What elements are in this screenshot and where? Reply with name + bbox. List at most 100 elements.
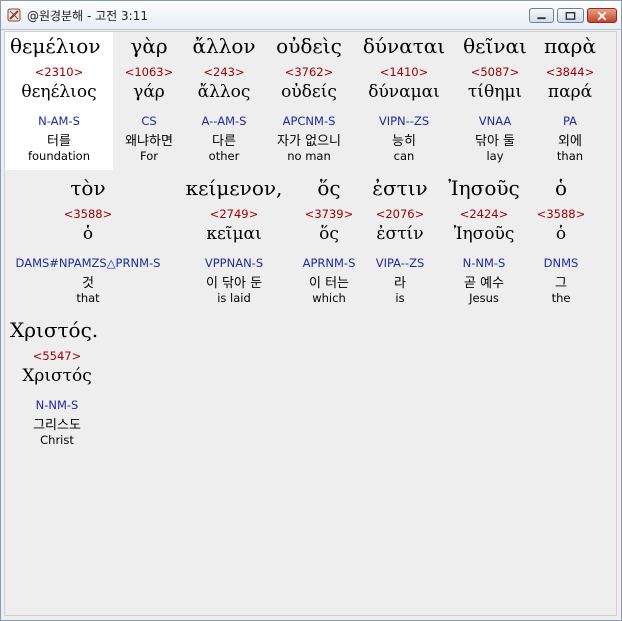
word-cell[interactable]: τὸν <3588> ὁ DAMS#NPAMZS△PRNM-S 것 that — [5, 174, 171, 312]
strongs-number[interactable]: <3588> — [5, 207, 171, 221]
minimize-button[interactable] — [529, 8, 554, 23]
korean-gloss: 라 — [394, 276, 406, 291]
lemma: παρά — [547, 82, 593, 102]
lemma: Χριστός — [22, 366, 92, 386]
word-cell[interactable]: γὰρ <1063> γάρ CS 왜냐하면 For — [113, 32, 185, 170]
strongs-number[interactable]: <2749> — [171, 207, 297, 221]
korean-gloss: 능히 — [392, 134, 416, 149]
english-gloss: is — [395, 291, 405, 305]
lemma: ὁ — [555, 224, 567, 244]
english-gloss: Jesus — [469, 291, 499, 305]
greek-word: παρὰ — [544, 34, 596, 58]
lemma: κεῖμαι — [206, 224, 262, 244]
strongs-number[interactable]: <3844> — [537, 65, 603, 79]
strongs-number[interactable]: <2076> — [361, 207, 439, 221]
parsing-code[interactable]: N-NM-S — [439, 256, 529, 270]
korean-gloss: 자가 없으니 — [277, 134, 341, 149]
parsing-code[interactable]: A--AM-S — [185, 114, 263, 128]
parsing-code[interactable]: DAMS#NPAMZS△PRNM-S — [5, 256, 171, 270]
greek-word: θεμέλιον — [10, 34, 101, 58]
word-cell[interactable]: θεμέλιον <2310> θεηέλιος N-AM-S 터를 found… — [5, 32, 113, 170]
maximize-button[interactable] — [557, 8, 584, 23]
korean-gloss: 다른 — [212, 134, 236, 149]
strongs-number[interactable]: <1410> — [355, 65, 453, 79]
close-button[interactable] — [587, 8, 617, 23]
english-gloss: is laid — [217, 291, 251, 305]
korean-gloss: 외에 — [558, 134, 582, 149]
parsing-code[interactable]: CS — [113, 114, 185, 128]
parsing-code[interactable]: VIPN--ZS — [355, 114, 453, 128]
parsing-code[interactable]: VNAA — [453, 114, 537, 128]
greek-word: γὰρ — [130, 34, 168, 58]
lemma: δύναμαι — [368, 82, 440, 102]
lemma: οὐδείς — [281, 82, 337, 102]
english-gloss: can — [393, 149, 415, 163]
app-logo-icon — [7, 8, 21, 22]
korean-gloss: 이 터는 — [308, 276, 349, 291]
korean-gloss: 그리스도 — [33, 418, 81, 433]
strongs-number[interactable]: <2424> — [439, 207, 529, 221]
lemma: ὅς — [319, 224, 339, 244]
lemma: γάρ — [133, 82, 165, 102]
parsing-code[interactable]: PA — [537, 114, 603, 128]
korean-gloss: 이 닦아 둔 — [205, 276, 263, 291]
word-cell[interactable]: θεῖναι <5087> τίθημι VNAA 닦아 둘 lay — [453, 32, 537, 170]
greek-word: ἐστιν — [372, 176, 428, 200]
word-cell[interactable]: ὁ <3588> ὁ DNMS 그 the — [529, 174, 593, 312]
greek-word: ἄλλον — [192, 34, 256, 58]
english-gloss: than — [556, 149, 584, 163]
korean-gloss: 그 — [555, 276, 567, 291]
greek-word: Χριστός. — [10, 318, 99, 342]
korean-gloss: 닦아 둘 — [474, 134, 515, 149]
word-cell[interactable]: Ἰησοῦς <2424> Ἰησοῦς N-NM-S 곧 예수 Jesus — [439, 174, 529, 312]
english-gloss: foundation — [27, 149, 91, 163]
english-gloss: For — [140, 149, 158, 163]
english-gloss: which — [312, 291, 346, 305]
word-cell[interactable]: ὅς <3739> ὅς APRNM-S 이 터는 which — [297, 174, 361, 312]
english-gloss: that — [76, 291, 100, 305]
word-cell[interactable]: παρὰ <3844> παρά PA 외에 than — [537, 32, 603, 170]
word-cell[interactable]: ἄλλον <243> ἄλλος A--AM-S 다른 other — [185, 32, 263, 170]
greek-word: Ἰησοῦς — [448, 176, 520, 200]
greek-word: κείμενον, — [185, 176, 283, 200]
strongs-number[interactable]: <5547> — [5, 349, 109, 363]
strongs-number[interactable]: <5087> — [453, 65, 537, 79]
strongs-number[interactable]: <2310> — [5, 65, 113, 79]
parsing-code[interactable]: VIPA--ZS — [361, 256, 439, 270]
english-gloss: the — [551, 291, 571, 305]
strongs-number[interactable]: <3739> — [297, 207, 361, 221]
lemma: Ἰησοῦς — [453, 224, 515, 244]
title-bar[interactable]: @원경분해 - 고전 3:11 — [1, 1, 621, 30]
interlinear-view: θεμέλιον <2310> θεηέλιος N-AM-S 터를 found… — [4, 31, 617, 616]
strongs-number[interactable]: <3588> — [529, 207, 593, 221]
greek-word: οὐδεὶς — [276, 34, 342, 58]
parsing-code[interactable]: APCNM-S — [263, 114, 355, 128]
korean-gloss: 터를 — [47, 134, 71, 149]
lemma: ἐστίν — [376, 224, 424, 244]
word-cell[interactable]: δύναται <1410> δύναμαι VIPN--ZS 능히 can — [355, 32, 453, 170]
english-gloss: no man — [287, 149, 331, 163]
word-cell[interactable]: οὐδεὶς <3762> οὐδείς APCNM-S 자가 없으니 no m… — [263, 32, 355, 170]
strongs-number[interactable]: <3762> — [263, 65, 355, 79]
parsing-code[interactable]: DNMS — [529, 256, 593, 270]
parsing-code[interactable]: VPPNAN-S — [171, 256, 297, 270]
word-cell[interactable]: κείμενον, <2749> κεῖμαι VPPNAN-S 이 닦아 둔 … — [171, 174, 297, 312]
english-gloss: other — [208, 149, 240, 163]
strongs-number[interactable]: <243> — [185, 65, 263, 79]
minimize-icon — [537, 17, 546, 20]
korean-gloss: 곧 예수 — [463, 276, 504, 291]
parsing-code[interactable]: N-NM-S — [5, 398, 109, 412]
word-cell[interactable]: ἐστιν <2076> ἐστίν VIPA--ZS 라 is — [361, 174, 439, 312]
greek-word: ὁ — [554, 176, 568, 200]
korean-gloss: 것 — [82, 276, 94, 291]
lemma: θεηέλιος — [21, 82, 97, 102]
window-title: @원경분해 - 고전 3:11 — [27, 9, 148, 23]
greek-word: ὅς — [317, 176, 341, 200]
strongs-number[interactable]: <1063> — [113, 65, 185, 79]
lemma: ὁ — [82, 224, 94, 244]
greek-word: δύναται — [362, 34, 446, 58]
word-cell[interactable]: Χριστός. <5547> Χριστός N-NM-S 그리스도 Chri… — [5, 316, 109, 454]
parsing-code[interactable]: APRNM-S — [297, 256, 361, 270]
close-icon — [597, 11, 607, 21]
parsing-code[interactable]: N-AM-S — [5, 114, 113, 128]
